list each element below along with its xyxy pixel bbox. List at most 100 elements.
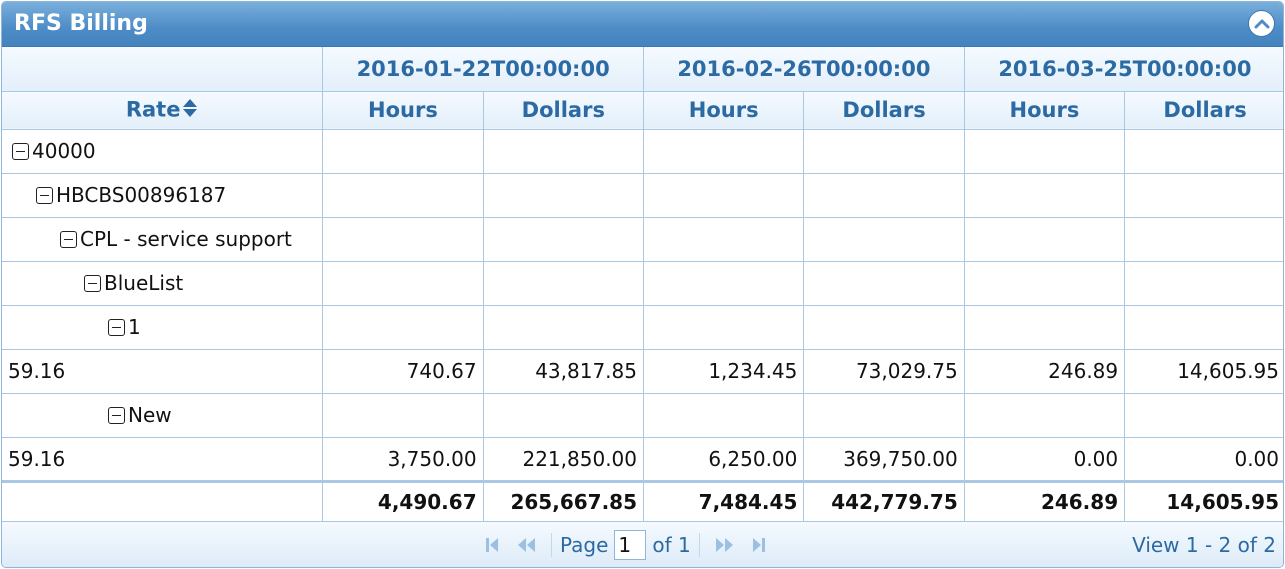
value-cell: 1,234.45 bbox=[642, 348, 805, 394]
dollars-header[interactable]: Dollars bbox=[1124, 90, 1283, 130]
last-page-icon bbox=[752, 538, 765, 552]
dollars-header[interactable]: Dollars bbox=[803, 90, 965, 130]
period-header: 2016-01-22T00:00:00 bbox=[322, 47, 644, 92]
value-cell bbox=[1124, 260, 1283, 306]
value-cell bbox=[963, 129, 1126, 174]
row-label-cell: BlueList bbox=[2, 260, 324, 306]
total-cell: 7,484.45 bbox=[642, 479, 805, 522]
rate-header-label: Rate bbox=[125, 97, 181, 121]
value-cell bbox=[322, 172, 484, 218]
value-cell: 3,750.00 bbox=[322, 436, 484, 482]
total-cell: 265,667.85 bbox=[482, 479, 645, 522]
value-cell bbox=[642, 392, 805, 438]
collapse-button[interactable] bbox=[1248, 10, 1275, 37]
value-cell bbox=[803, 172, 965, 218]
total-cell: 442,779.75 bbox=[803, 479, 965, 522]
total-cell: 4,490.67 bbox=[322, 479, 484, 522]
data-row: 59.16 740.67 43,817.85 1,234.45 73,029.75 246… bbox=[2, 348, 1283, 394]
pivot-body: 40000 HBCBS00896187 CPL - service support B… bbox=[2, 129, 1283, 522]
row-label-cell: HBCBS00896187 bbox=[2, 172, 324, 218]
value-cell bbox=[963, 172, 1126, 218]
value-cell bbox=[803, 304, 965, 350]
value-cell bbox=[963, 392, 1126, 438]
title-bar: RFS Billing bbox=[2, 2, 1283, 47]
sort-icon[interactable] bbox=[182, 97, 198, 124]
value-cell bbox=[803, 260, 965, 306]
value-cell: 246.89 bbox=[963, 348, 1126, 394]
row-label: BlueList bbox=[104, 271, 184, 295]
row-label: HBCBS00896187 bbox=[56, 183, 227, 207]
totals-row: 4,490.67 265,667.85 7,484.45 442,779.75 246.… bbox=[2, 479, 1283, 522]
row-label: 59.16 bbox=[8, 359, 66, 383]
tree-collapse-icon[interactable] bbox=[36, 187, 53, 204]
value-cell: 740.67 bbox=[322, 348, 484, 394]
value-cell bbox=[1124, 129, 1283, 174]
dollars-header[interactable]: Dollars bbox=[482, 90, 645, 130]
value-cell bbox=[482, 392, 645, 438]
hours-header[interactable]: Hours bbox=[322, 90, 484, 130]
row-label: 40000 bbox=[32, 139, 96, 163]
value-cell: 73,029.75 bbox=[803, 348, 965, 394]
value-cell: 221,850.00 bbox=[482, 436, 645, 482]
hours-header[interactable]: Hours bbox=[642, 90, 805, 130]
prev-page-button[interactable] bbox=[509, 531, 543, 559]
page-count-label: of 1 bbox=[652, 533, 691, 557]
value-cell bbox=[963, 304, 1126, 350]
tree-collapse-icon[interactable] bbox=[60, 231, 77, 248]
value-cell bbox=[1124, 172, 1283, 218]
group-row: 40000 bbox=[2, 129, 1283, 174]
totals-label-cell bbox=[2, 479, 324, 522]
first-page-button[interactable] bbox=[475, 531, 509, 559]
prev-page-icon bbox=[518, 538, 535, 552]
value-cell bbox=[642, 304, 805, 350]
value-cell: 14,605.95 bbox=[1124, 348, 1283, 394]
row-label: 59.16 bbox=[8, 446, 66, 471]
next-page-button[interactable] bbox=[708, 531, 742, 559]
row-label-cell: 1 bbox=[2, 304, 324, 350]
tree-collapse-icon[interactable] bbox=[108, 319, 125, 336]
value-cell bbox=[482, 304, 645, 350]
hours-header[interactable]: Hours bbox=[963, 90, 1126, 130]
last-page-button[interactable] bbox=[742, 531, 776, 559]
value-cell bbox=[642, 216, 805, 262]
value-cell bbox=[1124, 392, 1283, 438]
value-cell: 369,750.00 bbox=[803, 436, 965, 482]
tree-collapse-icon[interactable] bbox=[84, 275, 101, 292]
value-cell bbox=[963, 216, 1126, 262]
group-row: 1 bbox=[2, 304, 1283, 350]
row-label-cell: 59.16 bbox=[2, 348, 324, 394]
value-cell bbox=[803, 216, 965, 262]
value-cell: 0.00 bbox=[963, 436, 1126, 482]
value-cell bbox=[803, 129, 965, 174]
value-cell bbox=[803, 392, 965, 438]
tree-collapse-icon[interactable] bbox=[108, 407, 125, 424]
value-cell bbox=[963, 260, 1126, 306]
value-cell: 0.00 bbox=[1124, 436, 1283, 482]
value-cell: 43,817.85 bbox=[482, 348, 645, 394]
pager-separator bbox=[551, 533, 552, 557]
pager: Page of 1 View 1 - 2 of 2 bbox=[2, 521, 1283, 567]
tree-collapse-icon[interactable] bbox=[12, 143, 29, 160]
value-cell bbox=[1124, 216, 1283, 262]
group-row: HBCBS00896187 bbox=[2, 172, 1283, 218]
value-cell bbox=[642, 260, 805, 306]
page-label: Page bbox=[560, 533, 609, 557]
next-page-icon bbox=[715, 538, 733, 552]
value-cell bbox=[322, 304, 484, 350]
value-cell bbox=[322, 129, 484, 174]
value-cell bbox=[482, 172, 645, 218]
row-label: New bbox=[128, 403, 172, 427]
value-cell bbox=[322, 216, 484, 262]
rate-column-header[interactable]: Rate bbox=[2, 90, 324, 130]
data-row: 59.16 3,750.00 221,850.00 6,250.00 369,750.0… bbox=[2, 436, 1283, 482]
value-cell bbox=[1124, 304, 1283, 350]
grid-title: RFS Billing bbox=[14, 11, 148, 36]
row-label-cell: CPL - service support bbox=[2, 216, 324, 262]
value-cell bbox=[642, 129, 805, 174]
page-number-input[interactable] bbox=[614, 530, 647, 560]
group-row: New bbox=[2, 392, 1283, 438]
corner-header bbox=[2, 47, 324, 92]
pager-controls: Page of 1 bbox=[475, 530, 776, 560]
value-cell: 6,250.00 bbox=[642, 436, 805, 482]
value-cell bbox=[642, 172, 805, 218]
